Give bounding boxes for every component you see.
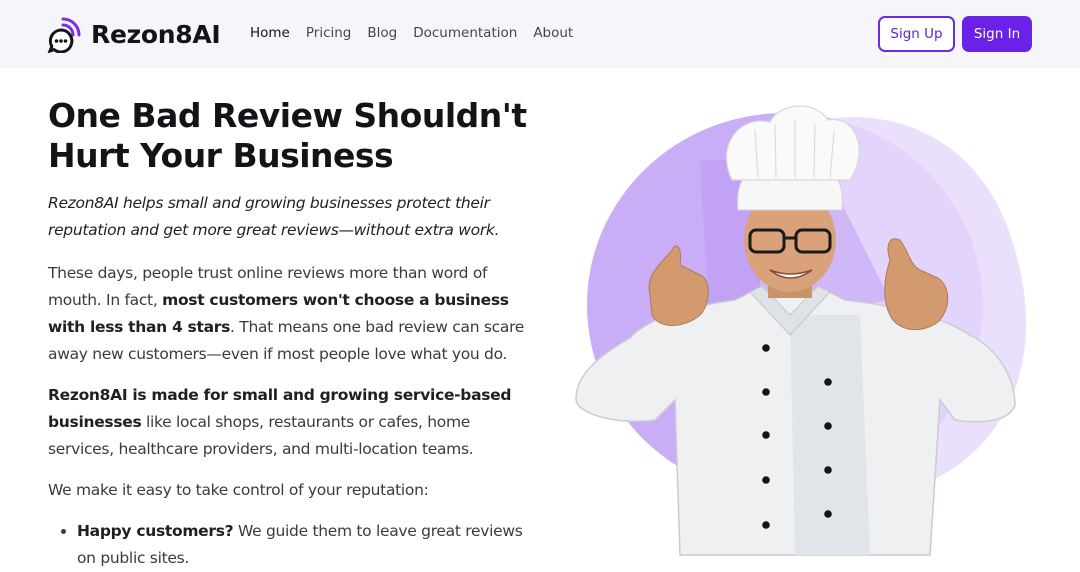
intro-paragraph: These days, people trust online reviews … <box>48 260 528 368</box>
nav-link-blog[interactable]: Blog <box>367 25 397 41</box>
brand[interactable]: Rezon8AI <box>47 15 221 53</box>
hero-title: One Bad Review Shouldn't Hurt Your Busin… <box>48 96 548 176</box>
sign-up-button[interactable]: Sign Up <box>878 16 955 52</box>
list-item-heading: Happy customers? <box>77 522 234 540</box>
chat-signal-icon <box>47 17 81 53</box>
hero-content: One Bad Review Shouldn't Hurt Your Busin… <box>48 96 548 572</box>
nav-link-pricing[interactable]: Pricing <box>306 25 352 41</box>
feature-list: Happy customers? We guide them to leave … <box>77 518 527 572</box>
audience-paragraph: Rezon8AI is made for small and growing s… <box>48 382 538 463</box>
nav-link-home[interactable]: Home <box>250 25 290 41</box>
nav-link-about[interactable]: About <box>533 25 573 41</box>
site-header: Rezon8AI Home Pricing Blog Documentation… <box>0 0 1080 68</box>
hero-title-line2: Hurt Your Business <box>48 136 394 175</box>
list-item: Happy customers? We guide them to leave … <box>77 518 527 572</box>
brand-name: Rezon8AI <box>91 19 221 49</box>
hero-title-line1: One Bad Review Shouldn't <box>48 96 527 135</box>
hero-image <box>560 100 1050 567</box>
sign-in-button[interactable]: Sign In <box>962 16 1032 52</box>
control-paragraph: We make it easy to take control of your … <box>48 481 429 499</box>
nav-link-documentation[interactable]: Documentation <box>413 25 517 41</box>
hero-tagline: Rezon8AI helps small and growing busines… <box>48 194 500 239</box>
main-nav: Home Pricing Blog Documentation About <box>250 25 573 41</box>
jacket-shade <box>790 315 870 555</box>
chef-illustration <box>575 105 1027 556</box>
